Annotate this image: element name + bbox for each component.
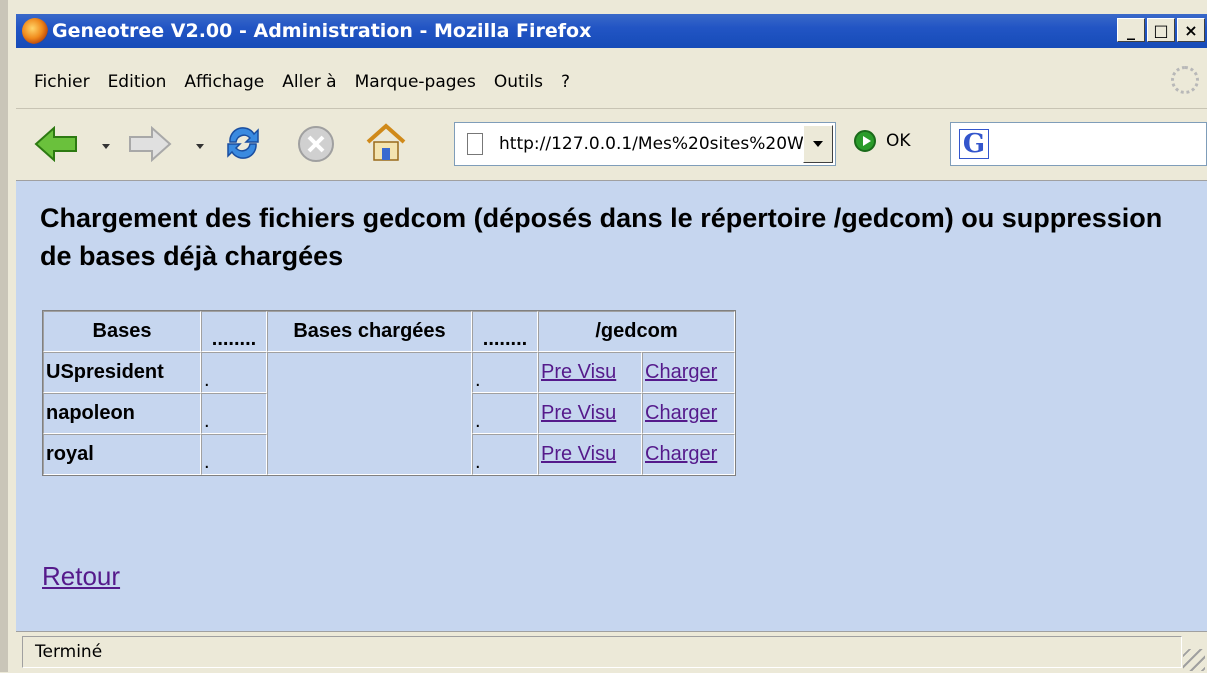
minimize-button[interactable]: _ [1117,18,1145,42]
base-name: napoleon [43,393,201,434]
back-arrow-icon[interactable] [34,126,78,162]
table-row: USpresident . . Pre Visu Charger [43,352,735,475]
charger-link[interactable]: Charger [645,402,717,424]
menu-bar: Fichier Edition Affichage Aller à Marque… [16,56,1207,109]
previsu-link[interactable]: Pre Visu [541,361,616,383]
charger-link[interactable]: Charger [645,443,717,465]
url-bar[interactable]: http://127.0.0.1/Mes%20sites%20Web/geneo… [454,122,836,166]
back-dropdown-icon[interactable] [102,144,110,149]
table-cell: . [201,434,267,475]
home-icon[interactable] [364,122,408,164]
menu-fichier[interactable]: Fichier [34,72,90,92]
previsu-link[interactable]: Pre Visu [541,402,616,424]
page-content: Chargement des fichiers gedcom (déposés … [16,181,1207,631]
header-bases: Bases [43,311,201,352]
menu-edition[interactable]: Edition [108,72,167,92]
window-controls: _ □ × [1117,18,1205,42]
loaded-bases-cell [267,352,472,475]
table-cell: . [201,393,267,434]
title-bar: Geneotree V2.00 - Administration - Mozil… [16,14,1207,48]
retour-link[interactable]: Retour [42,561,120,592]
url-dropdown-button[interactable] [803,125,833,163]
page-icon [467,133,483,155]
browser-window: Geneotree V2.00 - Administration - Mozil… [0,0,1207,673]
charger-link[interactable]: Charger [645,361,717,383]
previsu-link[interactable]: Pre Visu [541,443,616,465]
status-bar: Terminé [16,631,1207,673]
reload-icon[interactable] [222,122,264,164]
throbber-icon [1171,66,1199,94]
go-icon [854,130,876,152]
base-name: USpresident [43,352,201,393]
menu-marque-pages[interactable]: Marque-pages [355,72,476,92]
header-gedcom: /gedcom [538,311,735,352]
window-title: Geneotree V2.00 - Administration - Mozil… [52,20,592,42]
stop-icon[interactable] [296,124,336,164]
url-text[interactable]: http://127.0.0.1/Mes%20sites%20Web/geneo… [499,134,815,154]
go-button[interactable]: OK [854,130,911,152]
table-cell: . [472,393,538,434]
firefox-logo-icon [22,18,48,44]
resize-grip-icon[interactable] [1183,649,1205,671]
close-button[interactable]: × [1177,18,1205,42]
header-bases-chargees: Bases chargées [267,311,472,352]
maximize-button[interactable]: □ [1147,18,1175,42]
google-icon[interactable]: G [959,129,989,159]
table-cell: . [472,434,538,475]
forward-arrow-icon[interactable] [128,126,172,162]
bases-table: Bases ........ Bases chargées ........ /… [42,310,736,476]
status-text: Terminé [22,636,1182,668]
forward-dropdown-icon[interactable] [196,144,204,149]
header-dots-1: ........ [201,311,267,352]
header-dots-2: ........ [472,311,538,352]
menu-affichage[interactable]: Affichage [184,72,264,92]
navigation-toolbar: http://127.0.0.1/Mes%20sites%20Web/geneo… [16,110,1207,181]
table-cell: . [201,352,267,393]
table-cell: . [472,352,538,393]
menu-outils[interactable]: Outils [494,72,543,92]
menu-aide[interactable]: ? [561,72,570,92]
page-title: Chargement des fichiers gedcom (déposés … [40,203,1163,271]
table-header-row: Bases ........ Bases chargées ........ /… [43,311,735,352]
search-input[interactable]: G [950,122,1207,166]
base-name: royal [43,434,201,475]
chevron-down-icon [813,141,823,147]
go-label: OK [886,131,911,151]
menu-aller-a[interactable]: Aller à [282,72,336,92]
